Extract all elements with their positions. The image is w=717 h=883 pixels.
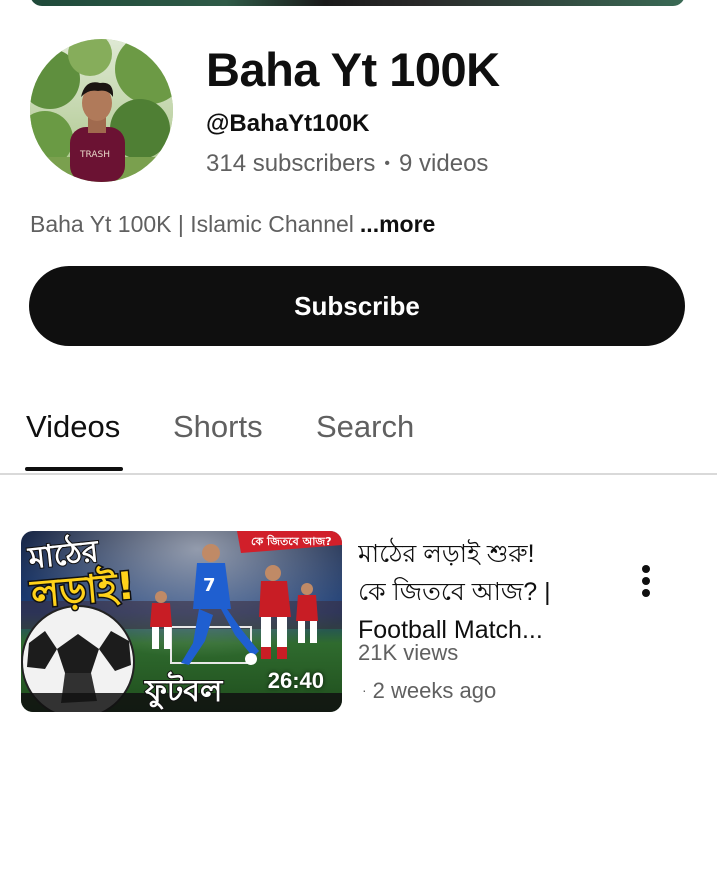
svg-text:TRASH: TRASH [79,150,110,160]
channel-tabs: Videos Shorts Search [0,395,717,475]
video-title-line: মাঠের লড়াই শুরু! [358,540,535,568]
video-item[interactable]: 7 কে জিতবে আজ? মাঠের লড়াই! ফুটবল 26:40 … [0,531,717,716]
svg-text:7: 7 [203,575,216,596]
thumbnail-badge-text: কে জিতবে আজ? [251,534,332,548]
video-thumbnail[interactable]: 7 কে জিতবে আজ? মাঠের লড়াই! ফুটবল 26:40 [21,531,342,712]
video-count: 9 videos [399,150,489,177]
thumbnail-bottom-text: ফুটবল [144,671,224,710]
menu-dot [642,577,650,585]
active-tab-indicator [25,467,123,471]
video-age-text: 2 weeks ago [372,678,497,703]
more-vert-icon[interactable] [626,559,666,603]
channel-page: TRASH Baha Yt 100K @BahaYt100K 314 subsc… [0,0,717,883]
subscribe-button[interactable]: Subscribe [29,266,685,346]
menu-dot [642,565,650,573]
video-views: 21K views [358,640,459,665]
tabs-divider [0,473,717,475]
tab-videos[interactable]: Videos [26,407,120,447]
age-separator: · [362,682,367,698]
more-link[interactable]: ...more [360,211,435,237]
video-duration: 26:40 [267,668,324,693]
description-text: Baha Yt 100K | Islamic Channel [30,211,354,237]
thumbnail-main-text: লড়াই! [27,562,136,616]
menu-dot [642,589,650,597]
channel-stats: 314 subscribers • 9 videos [206,149,488,179]
channel-handle: @BahaYt100K [206,110,370,137]
tab-shorts[interactable]: Shorts [173,407,263,447]
video-age: · 2 weeks ago [362,676,496,705]
channel-banner[interactable] [30,0,685,6]
subscriber-count: 314 subscribers [206,150,376,177]
stats-separator: • [384,155,391,172]
video-title-line: কে জিতবে আজ? | [358,578,551,606]
video-title[interactable]: মাঠের লড়াই শুরু! কে জিতবে আজ? | Footbal… [358,535,608,649]
tab-search[interactable]: Search [316,407,414,447]
avatar[interactable]: TRASH [30,39,173,182]
channel-name: Baha Yt 100K [206,43,500,96]
channel-description[interactable]: Baha Yt 100K | Islamic Channel ...more [30,209,435,239]
